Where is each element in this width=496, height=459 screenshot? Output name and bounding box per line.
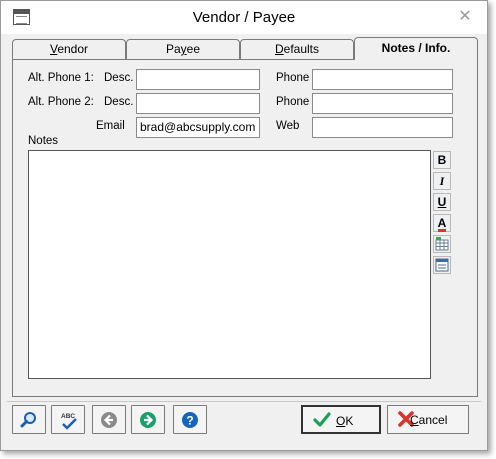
tab-defaults[interactable]: Defaults — [240, 39, 354, 59]
previous-button[interactable] — [92, 405, 126, 434]
alt-phone2-desc-field[interactable] — [136, 93, 260, 114]
insert-object-button[interactable] — [433, 256, 451, 274]
forward-arrow-icon — [140, 412, 156, 428]
search-icon — [20, 412, 36, 428]
window-title: Vendor / Payee — [192, 9, 296, 26]
font-color-button[interactable]: A — [433, 214, 451, 232]
font-color-icon: A — [437, 216, 447, 232]
next-button[interactable] — [131, 405, 165, 434]
insert-table-icon — [435, 237, 449, 251]
alt-phone1-label: Alt. Phone 1: — [28, 72, 94, 84]
notes-label: Notes — [28, 135, 59, 147]
bold-button[interactable]: B — [433, 151, 451, 169]
close-icon[interactable]: ✕ — [457, 8, 473, 24]
tab-vendor[interactable]: Vendor — [12, 39, 126, 59]
alt-phone2-label: Alt. Phone 2: — [28, 96, 94, 108]
checkmark-icon — [313, 412, 331, 427]
alt-phone2-phone-field[interactable] — [312, 93, 453, 114]
help-glyph: ? — [186, 414, 193, 428]
help-button[interactable]: ? — [173, 405, 207, 434]
insert-table-button[interactable] — [433, 235, 451, 253]
footer-divider — [7, 401, 481, 402]
back-arrow-icon — [101, 412, 117, 428]
notes-textarea[interactable] — [28, 150, 431, 379]
search-button[interactable] — [12, 405, 46, 434]
ok-label: OK — [336, 414, 354, 428]
alt-phone1-desc-label: Desc. — [104, 72, 134, 84]
alt-phone1-phone-label: Phone — [276, 72, 310, 84]
help-icon: ? — [182, 412, 198, 428]
web-field[interactable] — [312, 117, 453, 138]
spell-check-icon: ABC — [61, 413, 77, 430]
insert-object-icon — [435, 258, 449, 272]
spell-check-text: ABC — [61, 413, 75, 420]
title-bar: Vendor / Payee ✕ — [1, 1, 487, 34]
tab-notes-info[interactable]: Notes / Info. — [354, 37, 478, 60]
alt-phone1-desc-field[interactable] — [136, 69, 260, 90]
spell-check-button[interactable]: ABC — [51, 405, 85, 434]
tab-payee[interactable]: Payee — [126, 39, 240, 59]
vendor-payee-dialog: Vendor / Payee ✕ Vendor Payee Defaults N… — [0, 0, 488, 451]
underline-button[interactable]: U — [433, 193, 451, 211]
email-label: Email — [96, 120, 125, 132]
ok-button[interactable]: OK — [301, 405, 381, 434]
alt-phone2-phone-label: Phone — [276, 96, 310, 108]
alt-phone2-desc-label: Desc. — [104, 96, 134, 108]
italic-button[interactable]: I — [433, 172, 451, 190]
web-label: Web — [276, 120, 300, 132]
email-field[interactable]: brad@abcsupply.com — [136, 117, 260, 138]
alt-phone1-phone-field[interactable] — [312, 69, 453, 90]
cancel-label: Cancel — [410, 413, 448, 427]
cancel-button[interactable]: Cancel — [387, 405, 469, 434]
